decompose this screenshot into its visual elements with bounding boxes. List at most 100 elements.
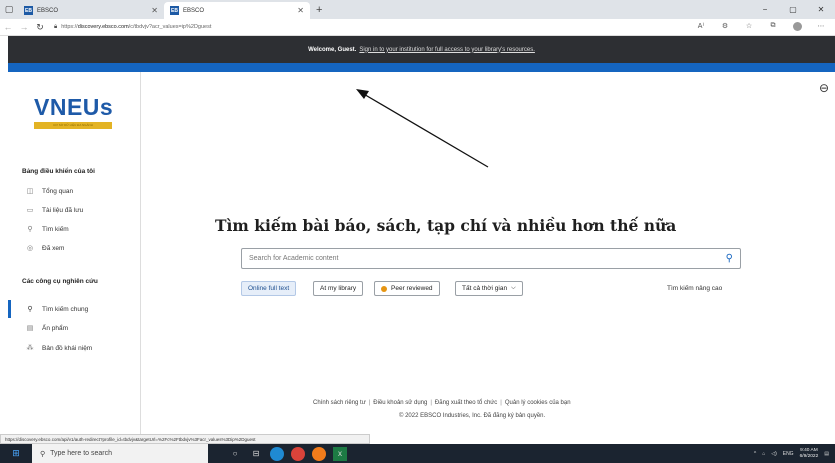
filter-label: Online full text bbox=[248, 285, 290, 292]
network-icon[interactable]: ⌂ bbox=[762, 451, 765, 457]
sidebar-item-label: Ấn phẩm bbox=[42, 324, 69, 332]
firefox-icon[interactable] bbox=[312, 446, 326, 461]
notification-icon[interactable]: ▤ bbox=[824, 451, 829, 457]
browser-tab-bar: ▢ EB EBSCO ✕ EB EBSCO ✕ + − ▢ ✕ bbox=[0, 0, 835, 19]
divider: | bbox=[430, 400, 432, 406]
favorites-icon[interactable]: ☆ bbox=[739, 22, 759, 33]
filter-date-range[interactable]: Tất cả thời gian ⌵ bbox=[455, 281, 523, 296]
clock[interactable]: 9:40 AM 6/9/2022 bbox=[800, 448, 819, 460]
account-icon[interactable]: ⊖ bbox=[819, 81, 829, 95]
url-field[interactable]: 🔒︎ https://discovery.ebsco.com/c/tbdvjv?… bbox=[54, 21, 685, 34]
chrome-icon[interactable] bbox=[291, 446, 305, 461]
filter-peer-reviewed[interactable]: Peer reviewed bbox=[374, 281, 440, 296]
refresh-icon[interactable]: ↻ bbox=[32, 22, 48, 33]
terms-link[interactable]: Điều khoản sử dụng bbox=[373, 400, 427, 406]
language-indicator[interactable]: ENG bbox=[783, 451, 794, 457]
tab-title: EBSCO bbox=[37, 7, 59, 14]
collections-icon[interactable]: ⧉ bbox=[763, 22, 783, 33]
close-tab-icon[interactable]: ✕ bbox=[297, 6, 304, 15]
tab-actions-icon[interactable]: ▢ bbox=[0, 0, 18, 19]
read-aloud-icon[interactable]: A⁾ bbox=[691, 22, 711, 33]
concept-map-icon: ⁂ bbox=[26, 345, 34, 352]
filter-label: Peer reviewed bbox=[391, 285, 433, 292]
header-bar bbox=[8, 63, 835, 72]
back-icon[interactable]: ← bbox=[0, 22, 16, 32]
browser-toolbar: A⁾ ⚙ ☆ ⧉ ⋯ bbox=[691, 21, 835, 33]
sidebar: VNEUs CƠ SỞ DỮ LIỆU ĐA NGÀNH Bảng điều k… bbox=[8, 72, 141, 434]
time: 9:40 AM bbox=[800, 447, 818, 453]
widgets-icon[interactable]: ⊟ bbox=[249, 447, 263, 461]
profile-avatar[interactable] bbox=[787, 21, 807, 33]
close-window-button[interactable]: ✕ bbox=[807, 5, 835, 14]
sidebar-item-searches[interactable]: ⚲ Tìm kiếm bbox=[26, 225, 69, 234]
address-bar: ← → ↻ 🔒︎ https://discovery.ebsco.com/c/t… bbox=[0, 19, 835, 36]
sidebar-heading-dashboard: Bảng điều khiển của tôi bbox=[22, 168, 95, 175]
more-icon[interactable]: ⋯ bbox=[811, 22, 831, 33]
search-icon: ⚲ bbox=[27, 226, 33, 233]
browser-tab-2[interactable]: EB EBSCO ✕ bbox=[164, 2, 310, 19]
new-tab-button[interactable]: + bbox=[310, 2, 328, 19]
windows-taskbar: ⊞ ⚲ Type here to search ○ ⊟ x ^ ⌂ ◁) ENG… bbox=[0, 444, 835, 463]
sign-in-link[interactable]: Sign in to your institution for full acc… bbox=[359, 47, 535, 53]
sidebar-item-label: Tìm kiếm bbox=[42, 225, 69, 233]
excel-icon[interactable]: x bbox=[333, 446, 347, 461]
sidebar-item-basic-search[interactable]: ⚲ Tìm kiếm chung bbox=[26, 300, 88, 318]
logo-subtitle: CƠ SỞ DỮ LIỆU ĐA NGÀNH bbox=[34, 122, 112, 129]
search-input[interactable]: Search for Academic content bbox=[249, 255, 726, 262]
search-bar[interactable]: Search for Academic content ⚲ bbox=[241, 248, 741, 269]
page-title: Tìm kiếm bài báo, sách, tạp chí và nhiều… bbox=[215, 216, 677, 235]
forward-icon[interactable]: → bbox=[16, 22, 32, 32]
institution-logout-link[interactable]: Đăng xuất theo tổ chức bbox=[435, 400, 497, 406]
footer-links: Chính sách riêng tư | Điều khoản sử dụng |… bbox=[313, 400, 571, 406]
volume-icon[interactable]: ◁) bbox=[771, 451, 777, 457]
url-text: https://discovery.ebsco.com/c/tbdvjv?acr… bbox=[61, 24, 212, 30]
guest-banner: Welcome, Guest. Sign in to your institut… bbox=[8, 36, 835, 63]
copyright: © 2022 EBSCO Industries, Inc. Đã đăng ký… bbox=[399, 413, 546, 419]
windows-start-icon[interactable]: ⊞ bbox=[6, 448, 26, 459]
taskbar-search[interactable]: ⚲ Type here to search bbox=[32, 444, 208, 463]
filter-at-my-library[interactable]: At my library bbox=[313, 281, 364, 296]
logo-text: VNEUs bbox=[34, 94, 114, 120]
search-icon[interactable]: ⚲ bbox=[726, 253, 733, 264]
filter-label: At my library bbox=[320, 285, 357, 292]
window-controls: − ▢ ✕ bbox=[751, 0, 835, 19]
vneus-logo[interactable]: VNEUs CƠ SỞ DỮ LIỆU ĐA NGÀNH bbox=[34, 94, 116, 134]
sidebar-item-label: Tài liệu đã lưu bbox=[42, 206, 84, 214]
privacy-policy-link[interactable]: Chính sách riêng tư bbox=[313, 400, 366, 406]
sidebar-item-publications[interactable]: ▤ Ấn phẩm bbox=[26, 324, 69, 333]
peer-reviewed-icon bbox=[381, 285, 387, 292]
filter-label: Tất cả thời gian bbox=[462, 285, 508, 292]
sidebar-heading-research-tools: Các công cụ nghiên cứu bbox=[22, 278, 98, 285]
maximize-button[interactable]: ▢ bbox=[779, 5, 807, 14]
url-domain: discovery.ebsco.com bbox=[77, 24, 129, 30]
lock-icon[interactable]: 🔒︎ bbox=[54, 24, 57, 31]
filter-online-full-text[interactable]: Online full text bbox=[241, 281, 297, 296]
eye-icon: ◎ bbox=[26, 245, 34, 252]
taskbar-search-input[interactable]: Type here to search bbox=[50, 450, 112, 457]
taskbar-apps: ○ ⊟ x bbox=[228, 446, 347, 461]
status-url: https://discovery.ebsco.com/api/v1/auth-… bbox=[0, 434, 370, 444]
sidebar-item-viewed[interactable]: ◎ Đã xem bbox=[26, 244, 64, 253]
overview-icon: ◫ bbox=[26, 188, 34, 195]
sidebar-item-overview[interactable]: ◫ Tổng quan bbox=[26, 187, 74, 196]
chevron-up-icon[interactable]: ^ bbox=[754, 451, 756, 457]
divider: | bbox=[500, 400, 502, 406]
sidebar-item-saved[interactable]: ▭ Tài liệu đã lưu bbox=[26, 206, 84, 215]
publication-icon: ▤ bbox=[26, 325, 34, 332]
divider: | bbox=[368, 400, 371, 406]
advanced-search-link[interactable]: Tìm kiếm nâng cao bbox=[667, 285, 722, 292]
minimize-button[interactable]: − bbox=[751, 5, 779, 14]
tab-title: EBSCO bbox=[183, 7, 205, 14]
manage-cookies-link[interactable]: Quản lý cookies của bạn bbox=[505, 400, 571, 406]
search-icon: ⚲ bbox=[40, 450, 46, 458]
close-tab-icon[interactable]: ✕ bbox=[151, 6, 158, 15]
welcome-text: Welcome, Guest. bbox=[308, 46, 357, 53]
edge-icon[interactable] bbox=[270, 446, 284, 461]
date: 6/9/2022 bbox=[799, 453, 819, 459]
browser-tab-1[interactable]: EB EBSCO ✕ bbox=[18, 2, 164, 19]
sidebar-item-label: Tổng quan bbox=[42, 187, 74, 195]
task-view-icon[interactable]: ○ bbox=[228, 447, 242, 461]
sidebar-item-concept-map[interactable]: ⁂ Bản đồ khái niệm bbox=[26, 344, 93, 353]
search-icon: ⚲ bbox=[27, 306, 33, 313]
extensions-icon[interactable]: ⚙ bbox=[715, 22, 735, 33]
